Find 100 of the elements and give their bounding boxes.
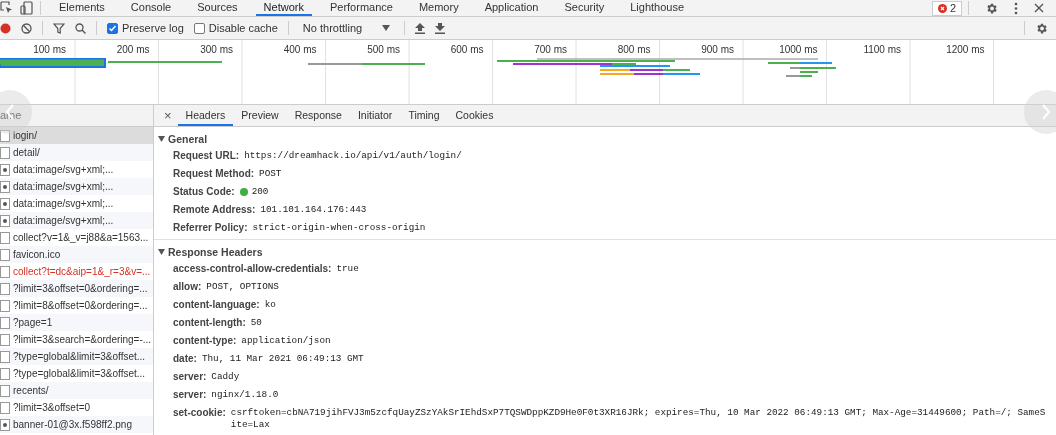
request-name: ?limit=3&offset=0&ordering=... — [13, 283, 148, 294]
file-icon — [0, 299, 10, 312]
request-name: collect?t=dc&aip=1&_r=3&v=... — [13, 266, 151, 277]
detail-tab[interactable]: Initiator — [349, 105, 401, 126]
request-name: ?limit=8&offset=0&ordering=... — [13, 300, 148, 311]
request-row[interactable]: login/ — [0, 127, 153, 144]
request-row[interactable]: ?limit=3&offset=0&ordering=... — [0, 280, 153, 297]
time-tick: 700 ms — [533, 43, 568, 56]
filter-icon[interactable] — [53, 22, 65, 34]
request-name: ?limit=3&search=&ordering=-... — [13, 334, 152, 345]
detail-tab[interactable]: Preview — [233, 105, 287, 126]
throttling-dropdown[interactable]: No throttling — [298, 22, 395, 34]
time-tick: 1100 ms — [862, 43, 902, 56]
file-icon — [0, 350, 10, 363]
detail-tab[interactable]: Headers — [177, 105, 234, 126]
panel-tab[interactable]: Security — [556, 0, 613, 16]
panel-tab[interactable]: Lighthouse — [622, 0, 693, 16]
header-name: set-cookie: — [173, 407, 226, 419]
request-row[interactable]: favicon.ico — [0, 246, 153, 263]
file-icon — [0, 248, 10, 261]
panel-tab[interactable]: Sources — [189, 0, 246, 16]
request-name: recents/ — [13, 385, 49, 396]
header-name: content-type: — [173, 335, 237, 347]
detail-tab[interactable]: Response — [286, 105, 350, 126]
clear-icon[interactable] — [21, 22, 32, 34]
file-icon — [0, 146, 10, 159]
time-tick: 300 ms — [199, 43, 234, 56]
request-row[interactable]: ?limit=3&search=&ordering=-... — [0, 331, 153, 348]
panel-tab[interactable]: Elements — [51, 0, 113, 16]
request-row[interactable]: recents/ — [0, 382, 153, 399]
header-value: POST — [259, 168, 282, 180]
close-button[interactable]: × — [158, 105, 178, 126]
section-header[interactable]: General — [154, 130, 1056, 147]
disable-cache-checkbox[interactable]: Disable cache — [193, 22, 278, 34]
header-value: 200 — [251, 186, 269, 198]
header-name: server: — [173, 371, 207, 383]
time-tick: 500 ms — [366, 43, 401, 56]
request-row[interactable]: data:image/svg+xml;... — [0, 178, 153, 195]
header-name: Referrer Policy: — [173, 222, 248, 234]
panel-tab[interactable]: Console — [122, 0, 180, 16]
device-icon[interactable] — [20, 1, 34, 15]
request-name: data:image/svg+xml;... — [13, 215, 114, 226]
image-file-icon — [0, 418, 10, 431]
file-icon — [0, 333, 10, 346]
time-tick: 600 ms — [449, 43, 485, 56]
request-name: ?page=1 — [13, 317, 53, 328]
request-row[interactable]: ?type=global&limit=3&offset... — [0, 348, 153, 365]
time-tick: 400 ms — [282, 43, 318, 56]
more-icon[interactable] — [1014, 1, 1018, 15]
image-file-icon — [0, 197, 10, 210]
header-value: Thu, 11 Mar 2021 06:49:13 GMT — [201, 353, 364, 365]
close-icon[interactable] — [1034, 3, 1044, 13]
file-icon — [0, 231, 10, 244]
detail-tab[interactable]: Cookies — [447, 105, 502, 126]
request-name: favicon.ico — [13, 249, 61, 260]
request-name: collect?v=1&_v=j88&a=1563... — [13, 232, 149, 243]
file-icon — [0, 316, 10, 329]
settings-icon[interactable] — [985, 1, 998, 15]
header-name: access-control-allow-credentials: — [173, 263, 332, 275]
upload-icon[interactable] — [415, 22, 426, 34]
request-row[interactable]: ?page=1 — [0, 314, 153, 331]
time-tick: 800 ms — [616, 43, 652, 56]
request-name: data:image/svg+xml;... — [13, 181, 114, 192]
request-name: ?type=global&limit=3&offset... — [13, 351, 146, 362]
error-badge[interactable]: 2 — [931, 0, 962, 16]
panel-tab[interactable]: Application — [476, 0, 547, 16]
download-icon[interactable] — [435, 22, 446, 34]
header-name: Status Code: — [173, 186, 235, 198]
request-name: login/ — [13, 130, 37, 141]
header-name: server: — [173, 389, 207, 401]
search-icon[interactable] — [75, 22, 86, 34]
image-file-icon — [0, 163, 10, 176]
time-tick: 200 ms — [115, 43, 151, 56]
image-file-icon — [0, 180, 10, 193]
request-name: detail/ — [13, 147, 40, 158]
file-icon — [0, 282, 10, 295]
request-row[interactable]: detail/ — [0, 144, 153, 161]
request-row[interactable]: collect?t=dc&aip=1&_r=3&v=... — [0, 263, 153, 280]
section-header[interactable]: Response Headers — [154, 243, 1056, 260]
time-tick: 900 ms — [700, 43, 735, 56]
detail-tab[interactable]: Timing — [400, 105, 448, 126]
panel-tab[interactable]: Memory — [410, 0, 467, 16]
request-name: ?type=global&limit=3&offset... — [13, 368, 146, 379]
time-tick: 1200 ms — [945, 43, 986, 56]
header-value: application/json — [241, 335, 331, 347]
checkmark-icon — [108, 23, 117, 33]
header-value: ko — [264, 299, 276, 311]
file-icon — [0, 367, 10, 380]
request-row[interactable]: data:image/svg+xml;... — [0, 212, 153, 229]
panel-tab[interactable]: Performance — [321, 0, 401, 16]
settings-icon[interactable] — [1035, 21, 1048, 35]
request-name: data:image/svg+xml;... — [13, 198, 114, 209]
request-row[interactable]: banner-01@3x.f598ff2.png — [0, 416, 153, 433]
inspect-icon[interactable] — [0, 1, 14, 15]
record-icon[interactable] — [0, 22, 11, 34]
header-value: https://dreamhack.io/api/v1/auth/login/ — [244, 150, 462, 162]
request-name: data:image/svg+xml;... — [13, 164, 114, 175]
time-tick: 100 ms — [32, 43, 67, 56]
preserve-log-checkbox[interactable]: Preserve log — [107, 22, 184, 34]
header-name: content-language: — [173, 299, 260, 311]
